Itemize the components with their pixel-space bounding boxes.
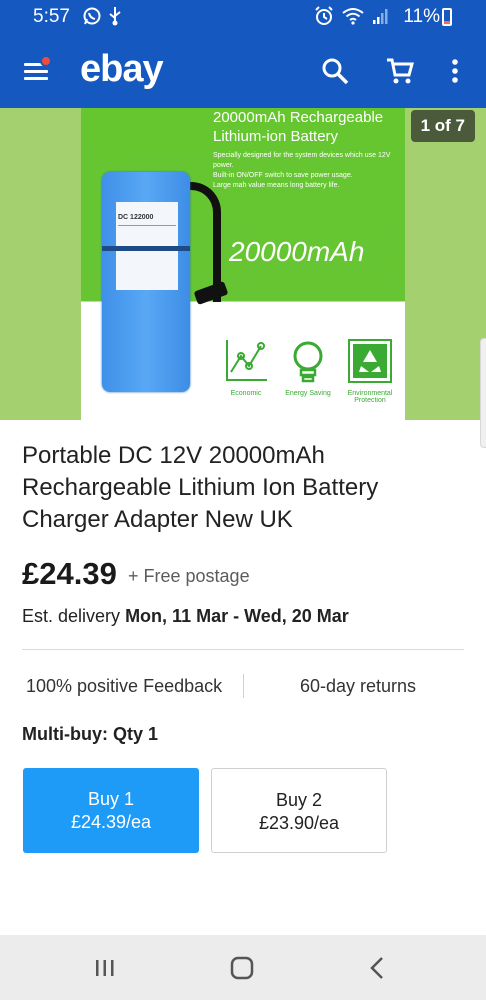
chart-icon [226, 340, 267, 381]
more-icon[interactable] [440, 56, 470, 86]
cart-icon[interactable] [385, 56, 415, 86]
ebay-logo[interactable]: ebay [80, 48, 164, 91]
product-image-gallery[interactable]: 20000mAh Rechargeable Lithium-ion Batter… [0, 108, 486, 420]
vertical-divider [243, 674, 244, 698]
postage-info: + Free postage [128, 566, 250, 586]
edge-panel-handle[interactable] [480, 338, 486, 448]
feature-energy-saving: Energy Saving [273, 338, 343, 397]
image-capacity-text: 20000mAh [229, 236, 365, 267]
buy-2-button[interactable]: Buy 2 £23.90/ea [211, 768, 387, 853]
feature-environmental-protection: Environmental Protection [335, 338, 405, 404]
battery-pack-illustration: DC 122000 [102, 172, 190, 392]
recycle-icon [348, 339, 392, 383]
image-title: 20000mAh Rechargeable Lithium-ion Batter… [213, 109, 384, 145]
usb-icon [109, 7, 121, 26]
signal-icon [373, 9, 388, 24]
alarm-icon [315, 6, 333, 25]
status-time: 5:57 [33, 6, 70, 27]
delivery-dates: Mon, 11 Mar - Wed, 20 Mar [125, 606, 349, 626]
product-image[interactable]: 20000mAh Rechargeable Lithium-ion Batter… [81, 108, 405, 420]
battery-icon [442, 8, 452, 26]
listing-price: £24.39 [22, 556, 117, 591]
multibuy-label: Multi-buy: Qty 1 [22, 724, 158, 744]
image-counter: 1 of 7 [410, 110, 475, 142]
buy-1-button[interactable]: Buy 1 £24.39/ea [23, 768, 199, 853]
back-icon[interactable] [362, 952, 394, 984]
whatsapp-icon [83, 7, 101, 25]
notification-badge [40, 55, 52, 67]
divider [22, 649, 464, 650]
feature-economic: Economic [211, 338, 281, 397]
image-description: Specially designed for the system device… [213, 152, 391, 189]
wifi-icon [342, 8, 364, 25]
seller-feedback[interactable]: 100% positive Feedback [26, 676, 222, 697]
status-bar: 5:57 11% [0, 0, 486, 34]
returns-policy[interactable]: 60-day returns [300, 676, 416, 697]
system-nav-bar [0, 935, 486, 1000]
home-icon[interactable] [226, 952, 258, 984]
recent-apps-icon[interactable] [89, 952, 121, 984]
menu-button[interactable] [24, 55, 52, 85]
estimated-delivery: Est. delivery Mon, 11 Mar - Wed, 20 Mar [22, 606, 349, 626]
search-icon[interactable] [320, 56, 350, 86]
app-bar: ebay [0, 34, 486, 108]
battery-percent: 11% [403, 6, 440, 27]
lightbulb-icon [293, 341, 323, 383]
listing-title: Portable DC 12V 20000mAh Rechargeable Li… [22, 442, 379, 533]
